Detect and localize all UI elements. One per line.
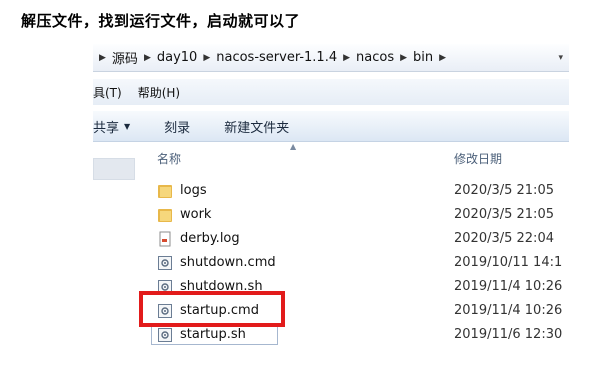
script-file-icon — [158, 256, 172, 270]
column-headers: ▲ 名称 修改日期 — [135, 142, 569, 172]
breadcrumb-chevron-icon[interactable]: ▶ — [343, 53, 350, 63]
breadcrumb-item[interactable]: nacos — [356, 50, 394, 65]
new-folder-button[interactable]: 新建文件夹 — [224, 117, 289, 136]
file-row-startup-sh[interactable]: startup.sh 2019/11/6 12:30 — [135, 324, 569, 346]
file-name: startup.sh — [180, 327, 246, 342]
address-bar[interactable]: ▶ 源码 ▶ day10 ▶ nacos-server-1.1.4 ▶ naco… — [93, 44, 569, 72]
breadcrumb-item[interactable]: nacos-server-1.1.4 — [216, 50, 337, 65]
file-date: 2019/11/6 12:30 — [454, 327, 563, 342]
share-button[interactable]: 共享 ▼ — [93, 117, 130, 136]
file-row-derby-log[interactable]: derby.log 2020/3/5 22:04 — [135, 228, 569, 250]
menu-bar: 具(T) 帮助(H) — [93, 79, 569, 105]
breadcrumb-chevron-icon[interactable]: ▶ — [203, 53, 210, 63]
breadcrumb-chevron-icon[interactable]: ▶ — [400, 53, 407, 63]
file-name: shutdown.cmd — [180, 255, 276, 270]
chevron-down-icon: ▼ — [124, 121, 131, 131]
share-label: 共享 — [93, 120, 120, 136]
file-name: work — [180, 207, 212, 222]
menu-tools[interactable]: 具(T) — [93, 84, 122, 101]
file-row-shutdown-cmd[interactable]: shutdown.cmd 2019/10/11 14:1 — [135, 252, 569, 274]
instruction-heading: 解压文件，找到运行文件，启动就可以了 — [21, 12, 301, 30]
command-toolbar: 共享 ▼ 刻录 新建文件夹 — [93, 111, 569, 142]
navigation-selected-item[interactable] — [93, 158, 135, 180]
folder-icon — [158, 209, 172, 222]
file-name: derby.log — [180, 231, 240, 246]
file-date: 2020/3/5 22:04 — [454, 231, 554, 246]
breadcrumb-chevron-icon[interactable]: ▶ — [144, 53, 151, 63]
script-file-icon — [158, 328, 172, 342]
breadcrumb-item[interactable]: 源码 — [112, 48, 138, 67]
file-name: logs — [180, 183, 207, 198]
file-date: 2020/3/5 21:05 — [454, 183, 554, 198]
breadcrumb-chevron-icon[interactable]: ▶ — [439, 53, 446, 63]
file-date: 2019/11/4 10:26 — [454, 279, 563, 294]
breadcrumb-chevron-icon[interactable]: ▶ — [99, 53, 106, 63]
folder-icon — [158, 185, 172, 198]
menu-help[interactable]: 帮助(H) — [138, 84, 180, 101]
burn-button[interactable]: 刻录 — [164, 117, 190, 136]
navigation-pane[interactable] — [93, 142, 135, 366]
file-date: 2019/10/11 14:1 — [454, 255, 563, 270]
address-dropdown-icon[interactable]: ▾ — [558, 53, 563, 63]
file-row-logs[interactable]: logs 2020/3/5 21:05 — [135, 180, 569, 202]
log-file-icon — [159, 231, 171, 247]
file-date: 2020/3/5 21:05 — [454, 207, 554, 222]
sort-ascending-icon: ▲ — [290, 142, 297, 151]
file-date: 2019/11/4 10:26 — [454, 303, 563, 318]
breadcrumb-item[interactable]: bin — [413, 50, 433, 65]
file-row-work[interactable]: work 2020/3/5 21:05 — [135, 204, 569, 226]
breadcrumb-item[interactable]: day10 — [157, 50, 197, 65]
highlight-annotation-box — [139, 291, 285, 327]
column-header-date[interactable]: 修改日期 — [454, 150, 502, 167]
column-header-name[interactable]: 名称 — [157, 150, 181, 167]
